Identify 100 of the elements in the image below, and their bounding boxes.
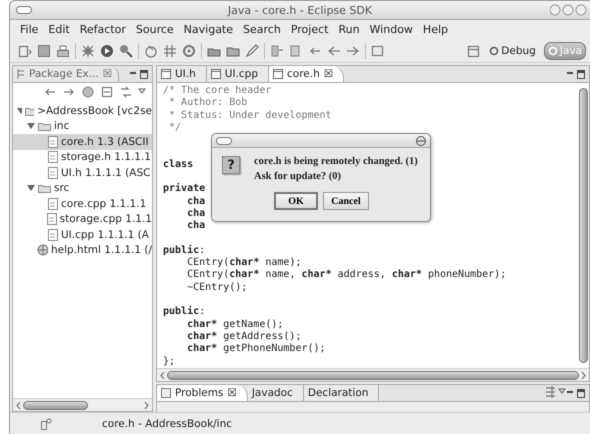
- folder-icon: [25, 106, 34, 116]
- close-icon[interactable]: ☒: [324, 68, 334, 80]
- editor-tab[interactable]: UI.h: [157, 66, 207, 82]
- tree-item[interactable]: UI.cpp 1.1.1.1 (A: [13, 227, 152, 242]
- menu-item[interactable]: Run: [338, 23, 360, 36]
- view-tab[interactable]: Javadoc: [248, 385, 304, 401]
- perspective-button[interactable]: Debug: [486, 42, 539, 60]
- code-line: cha: [186, 208, 206, 220]
- tree-item[interactable]: storage.cpp 1.1.1: [13, 212, 152, 227]
- file-icon: [47, 213, 57, 226]
- tree-item[interactable]: core.h 1.3 (ASCII: [13, 134, 152, 150]
- view-tab[interactable]: Problems ☒: [157, 385, 248, 401]
- fast-view-icon[interactable]: [40, 418, 52, 430]
- link-icon[interactable]: [119, 85, 133, 99]
- search-icon[interactable]: [119, 44, 133, 58]
- folder-icon: [38, 121, 51, 132]
- file-icon: [210, 69, 221, 79]
- status-text: core.h - AddressBook/inc: [102, 418, 232, 430]
- view-tab-label: Problems: [175, 387, 224, 399]
- view-tab-label: Declaration: [308, 387, 368, 399]
- editor-tab[interactable]: core.h ☒: [269, 66, 344, 82]
- folder-icon: [38, 183, 51, 194]
- tree-item[interactable]: >AddressBook [vc2se: [13, 103, 152, 118]
- menu-item[interactable]: Edit: [48, 23, 70, 36]
- editor-tab-label: UI.h: [175, 68, 196, 80]
- close-icon[interactable]: [416, 136, 426, 146]
- run-icon[interactable]: [100, 44, 114, 58]
- minimize-maximize-icon[interactable]: [566, 70, 586, 78]
- menu-item[interactable]: Refactor: [80, 23, 126, 36]
- code-line: * Author: Bob: [168, 97, 248, 110]
- horizontal-scrollbar[interactable]: [13, 398, 152, 411]
- tree-item[interactable]: UI.h 1.1.1.1 (ASC: [13, 165, 152, 180]
- menu-item[interactable]: Navigate: [184, 23, 234, 36]
- code-line: cha: [186, 220, 206, 233]
- file-icon: [48, 228, 58, 241]
- code-line: class: [163, 158, 194, 172]
- forward-arrow-icon[interactable]: [346, 44, 360, 58]
- menu-item[interactable]: Project: [290, 23, 328, 36]
- bug-icon[interactable]: [81, 44, 95, 58]
- tree-item[interactable]: src: [13, 180, 152, 196]
- dialog-button[interactable]: OK: [274, 192, 318, 210]
- code-line: ~CEntry();: [186, 282, 248, 294]
- tree-item[interactable]: inc: [13, 118, 152, 134]
- open-perspective-icon[interactable]: [467, 44, 482, 58]
- code-line: CEntry(char* name, char* address, char* phoneNumber);: [186, 269, 506, 282]
- menu-item[interactable]: Help: [422, 23, 448, 36]
- file-icon: [48, 136, 58, 148]
- editor-tab[interactable]: UI.cpp: [206, 66, 270, 82]
- tree-item[interactable]: core.cpp 1.1.1.1: [13, 196, 152, 212]
- window-menu-icon[interactable]: [216, 136, 232, 144]
- tree-item[interactable]: storage.h 1.1.1.1: [13, 150, 152, 165]
- file-icon: [48, 151, 58, 164]
- code-line: char* getName();: [186, 318, 284, 331]
- new-icon[interactable]: [18, 44, 32, 58]
- menu-item[interactable]: File: [20, 23, 38, 36]
- view-tab-label: Package Ex...: [29, 68, 99, 80]
- view-tab[interactable]: Package Ex... ☒: [13, 66, 120, 82]
- dialog-message: core.h is being remotely changed. (1): [254, 156, 418, 167]
- code-line: private: [163, 183, 206, 196]
- problems-icon: [161, 388, 171, 398]
- editor-tab-label: UI.cpp: [224, 68, 258, 80]
- code-line: CEntry(char* name);: [186, 257, 302, 269]
- code-line: public:: [163, 306, 206, 319]
- pencil-icon[interactable]: [245, 44, 259, 58]
- code-line: public:: [163, 244, 206, 257]
- collapse-all-icon[interactable]: [100, 85, 114, 99]
- view-tab-label: Javadoc: [252, 387, 293, 399]
- menu-item[interactable]: Source: [136, 23, 174, 36]
- window-title: Java - core.h - Eclipse SDK: [228, 4, 372, 16]
- file-icon: [48, 166, 58, 179]
- file-icon: [273, 69, 284, 79]
- filter-icon[interactable]: [544, 385, 558, 399]
- code-line: char* getAddress();: [186, 330, 302, 343]
- expand-arrow-icon[interactable]: [27, 184, 35, 192]
- code-line: * Status: Under development: [168, 110, 332, 122]
- tree-item[interactable]: help.html 1.1.1.1 (/: [13, 242, 152, 258]
- horizontal-scrollbar[interactable]: [157, 368, 589, 381]
- dialog-question: Ask for update? (0): [254, 171, 342, 182]
- window-menu-icon[interactable]: [16, 6, 32, 14]
- code-line: /* The core header: [163, 85, 272, 97]
- window-icon[interactable]: [371, 44, 385, 58]
- expand-arrow-icon[interactable]: [17, 106, 22, 115]
- expand-arrow-icon[interactable]: [27, 122, 35, 130]
- minimize-maximize-icon[interactable]: [129, 70, 149, 78]
- code-line: */: [168, 122, 182, 134]
- menu-item[interactable]: Search: [243, 23, 281, 36]
- view-tab[interactable]: Declaration: [304, 385, 380, 401]
- code-line: };: [163, 356, 176, 368]
- close-icon[interactable]: ☒: [227, 387, 237, 399]
- print-icon[interactable]: [56, 44, 70, 58]
- back-arrow-icon[interactable]: [327, 44, 341, 58]
- question-icon: ?: [222, 156, 240, 174]
- close-icon[interactable]: ☒: [102, 68, 112, 80]
- save-icon[interactable]: [37, 44, 51, 58]
- minimize-maximize-icon[interactable]: [566, 388, 586, 398]
- code-line: char* getPhoneNumber();: [186, 343, 326, 356]
- hash-icon[interactable]: [163, 44, 177, 58]
- dialog-button[interactable]: Cancel: [323, 192, 369, 210]
- menu-item[interactable]: Window: [370, 23, 413, 36]
- code-line: cha: [186, 196, 206, 208]
